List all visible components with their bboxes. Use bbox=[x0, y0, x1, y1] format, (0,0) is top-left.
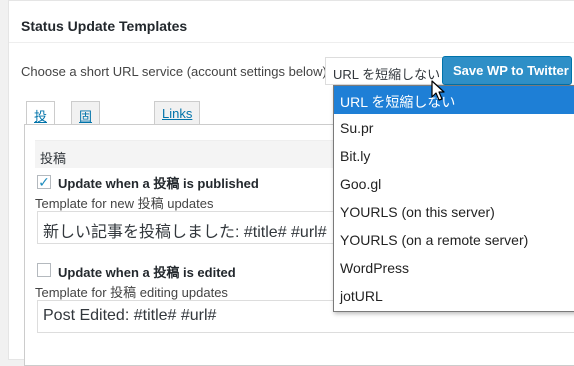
edit-checkbox[interactable] bbox=[37, 263, 51, 277]
publish-template-hint: Template for new 投稿 updates bbox=[35, 196, 214, 211]
dropdown-option[interactable]: jotURL bbox=[334, 282, 574, 310]
dropdown-option[interactable]: YOURLS (on a remote server) bbox=[334, 226, 574, 254]
tab-pages[interactable]: 固定ページ bbox=[71, 101, 101, 200]
url-service-dropdown: URL を短縮しない Su.pr Bit.ly Goo.gl YOURLS (o… bbox=[333, 85, 574, 312]
divider bbox=[9, 42, 574, 43]
tab-posts[interactable]: 投稿 bbox=[26, 101, 56, 143]
dropdown-option[interactable]: Goo.gl bbox=[334, 170, 574, 198]
edit-checkbox-label: Update when a 投稿 is edited bbox=[58, 265, 236, 280]
dropdown-option[interactable]: Bit.ly bbox=[334, 142, 574, 170]
mouse-cursor-icon bbox=[431, 80, 445, 101]
panel-title: Status Update Templates bbox=[21, 18, 188, 34]
publish-checkbox[interactable]: ✓ bbox=[37, 175, 51, 189]
url-service-label: Choose a short URL service (account sett… bbox=[21, 64, 327, 79]
check-icon: ✓ bbox=[38, 174, 50, 190]
dropdown-option[interactable]: URL を短縮しない bbox=[334, 86, 574, 114]
dropdown-option[interactable]: WordPress bbox=[334, 254, 574, 282]
publish-checkbox-label: Update when a 投稿 is published bbox=[58, 176, 259, 191]
save-button[interactable]: Save WP to Twitter bbox=[442, 56, 572, 85]
url-service-select[interactable]: URL を短縮しない bbox=[325, 57, 445, 85]
tab-links[interactable]: Links bbox=[154, 101, 201, 124]
edit-template-hint: Template for 投稿 editing updates bbox=[35, 285, 228, 300]
dropdown-option[interactable]: YOURLS (on this server) bbox=[334, 198, 574, 226]
dropdown-option[interactable]: Su.pr bbox=[334, 114, 574, 142]
